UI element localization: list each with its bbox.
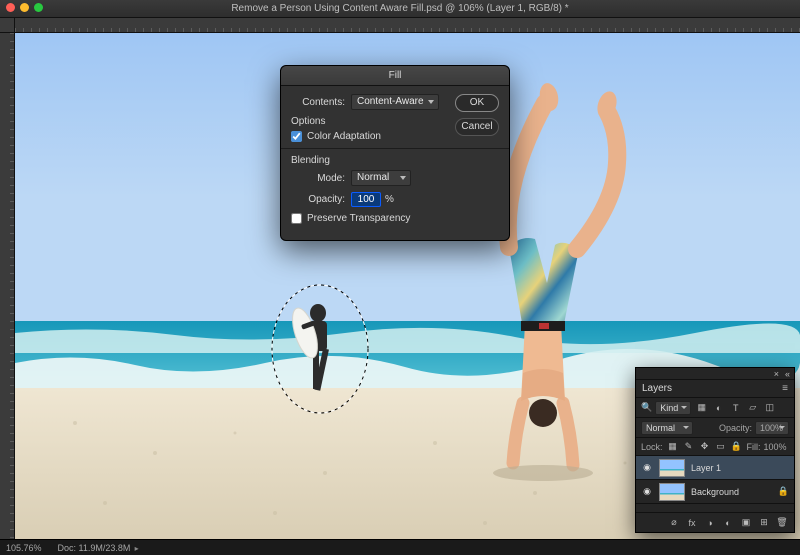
fill-select[interactable]: 100% [764,442,798,452]
layer-name[interactable]: Background [691,487,772,497]
maximize-window-button[interactable] [34,3,43,12]
opacity-label: Opacity: [291,194,345,205]
status-bar: 105.76% Doc: 11.9M/23.8M ▸ [0,539,800,555]
dialog-divider [281,148,509,149]
preserve-transparency-checkbox[interactable]: Preserve Transparency [291,213,499,224]
new-adjustment-icon[interactable]: ◐ [722,518,734,528]
layer-name[interactable]: Layer 1 [691,463,789,473]
filter-kind-select[interactable]: Kind [655,401,691,415]
panel-collapse-icon[interactable]: « [785,369,790,379]
layer-list: ◉ Layer 1 ◉ Background 🔒 [636,456,794,512]
blending-section-label: Blending [291,155,499,166]
layer-fx-icon[interactable]: fx [686,518,698,528]
layers-footer: ⌀ fx ◑ ◐ ▣ ⊞ 🗑 [636,512,794,532]
layer-thumbnail[interactable] [659,459,685,477]
lock-artboard-icon[interactable]: ▭ [715,441,727,453]
color-adaptation-label: Color Adaptation [307,131,381,142]
opacity-select[interactable]: 100% [755,421,789,435]
document-title: Remove a Person Using Content Aware Fill… [0,3,800,14]
visibility-icon[interactable]: ◉ [641,462,653,473]
new-group-icon[interactable]: ▣ [740,517,752,528]
contents-label: Contents: [291,97,345,108]
close-window-button[interactable] [6,3,15,12]
layer-row[interactable]: ◉ Background 🔒 [636,480,794,504]
search-icon[interactable]: 🔍 [641,402,652,413]
ruler-horizontal[interactable] [15,18,800,33]
contents-select[interactable]: Content-Aware [351,94,439,110]
ok-button[interactable]: OK [455,94,499,112]
add-mask-icon[interactable]: ◑ [704,518,716,528]
filter-type-icon[interactable]: T [729,401,742,414]
opacity-label: Opacity: [719,423,752,433]
mode-select[interactable]: Normal [351,170,411,186]
preserve-transparency-label: Preserve Transparency [307,213,410,224]
panel-close-icon[interactable]: × [774,369,779,379]
blend-mode-select[interactable]: Normal [641,421,693,435]
cancel-button[interactable]: Cancel [455,118,499,136]
dialog-title[interactable]: Fill [281,66,509,86]
filter-pixel-icon[interactable]: ▦ [695,401,708,414]
lock-label: Lock: [641,442,663,452]
new-layer-icon[interactable]: ⊞ [758,517,770,528]
layer-row[interactable]: ◉ Layer 1 [636,456,794,480]
layer-thumbnail[interactable] [659,483,685,501]
panel-menu-icon[interactable]: ≡ [782,383,788,394]
lock-position-icon[interactable]: ✥ [699,441,711,453]
fill-dialog: Fill Contents: Content-Aware OK Cancel O… [280,65,510,241]
titlebar: Remove a Person Using Content Aware Fill… [0,0,800,18]
fill-label: Fill: [747,442,761,452]
filter-smart-icon[interactable]: ◫ [763,401,776,414]
ruler-vertical[interactable] [0,33,15,539]
delete-layer-icon[interactable]: 🗑 [776,517,788,528]
filter-adjust-icon[interactable]: ◐ [712,401,725,414]
opacity-unit: % [385,194,394,205]
doc-size[interactable]: Doc: 11.9M/23.8M [58,543,131,553]
lock-transparency-icon[interactable]: ▦ [667,441,679,453]
minimize-window-button[interactable] [20,3,29,12]
opacity-input[interactable]: 100 [351,192,381,207]
layers-panel: × « Layers ≡ 🔍 Kind ▦ ◐ T ▱ ◫ Normal Opa… [635,367,795,533]
ruler-origin[interactable] [0,18,15,33]
lock-all-icon[interactable]: 🔒 [731,441,743,453]
color-adaptation-input[interactable] [291,131,302,142]
window-controls [6,3,43,12]
layers-tab[interactable]: Layers [642,383,672,394]
visibility-icon[interactable]: ◉ [641,486,653,497]
zoom-level[interactable]: 105.76% [6,543,42,553]
lock-icon: 🔒 [778,486,789,497]
lock-paint-icon[interactable]: ✎ [683,441,695,453]
filter-shape-icon[interactable]: ▱ [746,401,759,414]
preserve-transparency-input[interactable] [291,213,302,224]
link-layers-icon[interactable]: ⌀ [668,517,680,528]
app-window: Remove a Person Using Content Aware Fill… [0,0,800,555]
status-chevron-icon[interactable]: ▸ [132,544,138,553]
mode-label: Mode: [291,173,345,184]
